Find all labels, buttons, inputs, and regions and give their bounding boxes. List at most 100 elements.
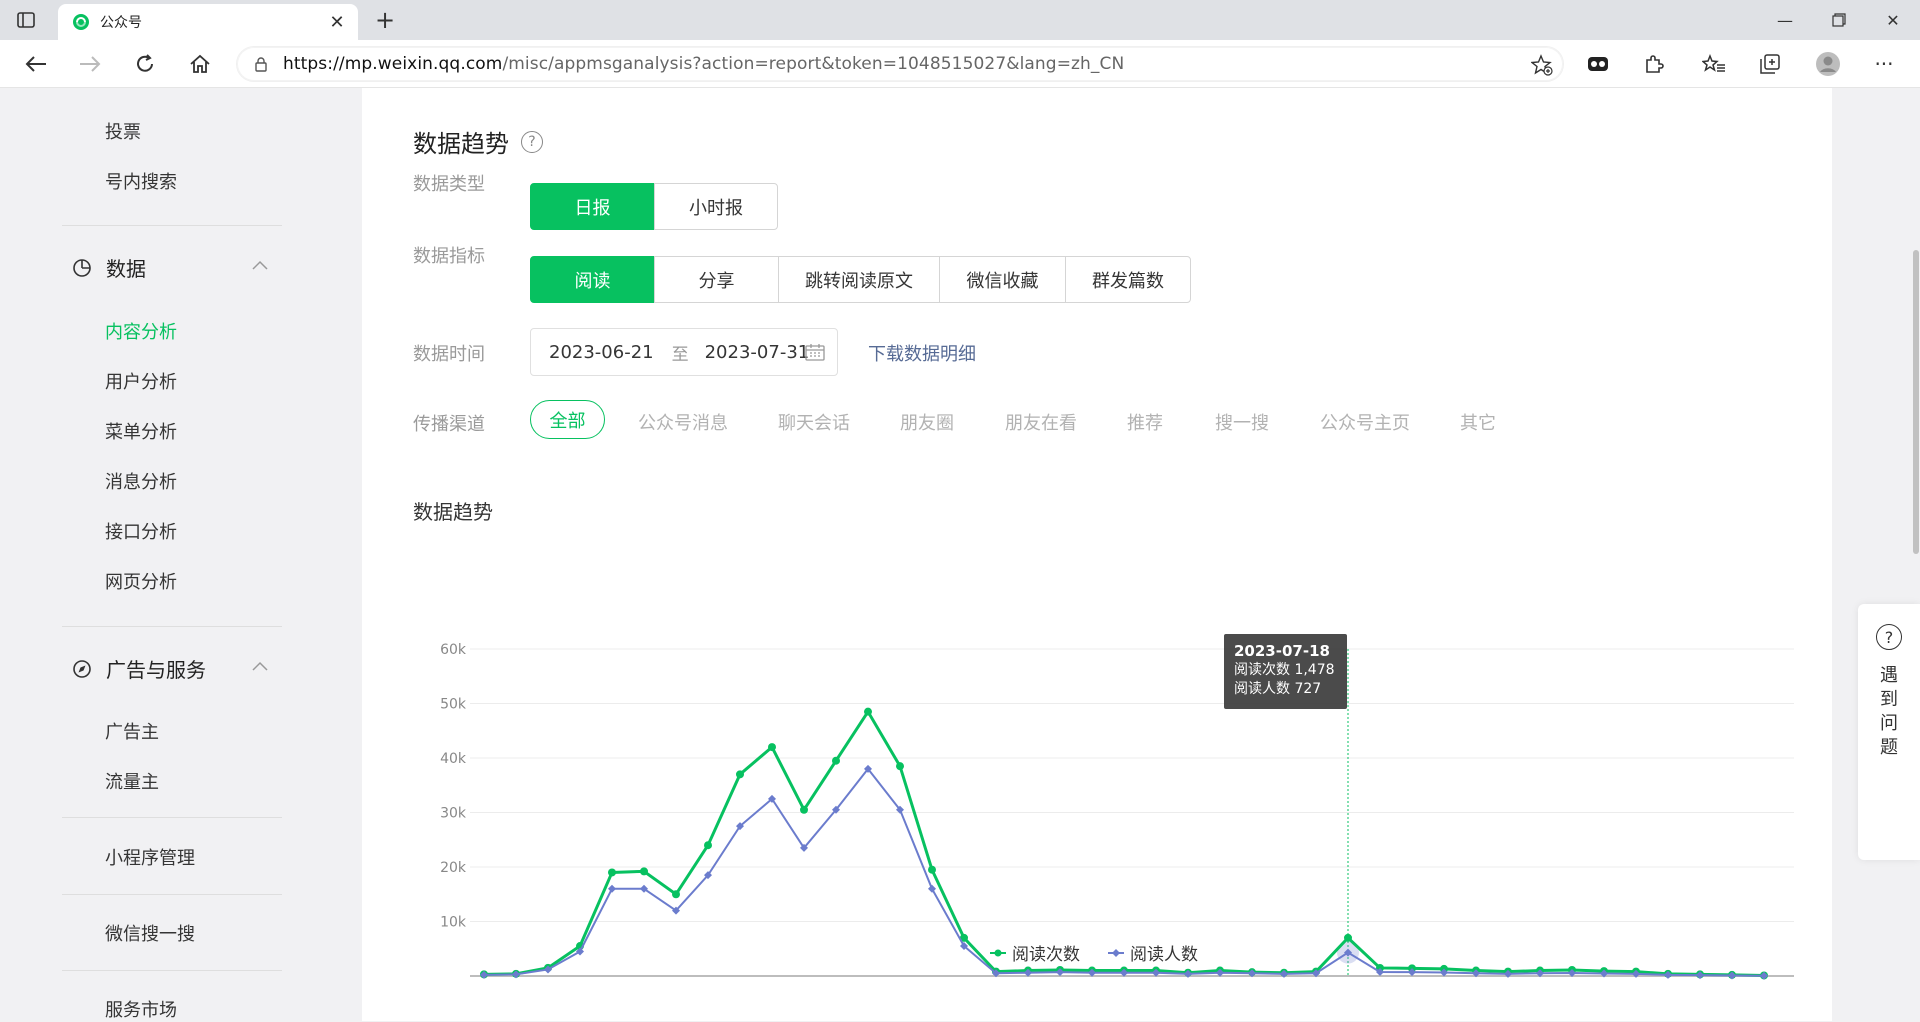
chevron-up-icon[interactable] (252, 661, 268, 671)
right-gutter (1832, 88, 1920, 1021)
sidebar-item-inner-search[interactable]: 号内搜索 (105, 168, 177, 194)
channel-recommend[interactable]: 推荐 (1127, 409, 1163, 435)
chart-legend: 阅读次数 阅读人数 (990, 940, 1226, 965)
tooltip-date: 2023-07-18 (1234, 642, 1330, 660)
date-separator: 至 (671, 344, 689, 365)
puzzle-icon[interactable] (1640, 50, 1668, 78)
point-reads (608, 868, 616, 877)
sidebar-group-ads[interactable]: 广告与服务 (72, 654, 206, 683)
point-reads (832, 756, 840, 765)
extension-icon[interactable] (1584, 50, 1612, 78)
series-line-reads (483, 708, 1765, 977)
sidebar-item-user-analysis[interactable]: 用户分析 (105, 368, 177, 394)
channel-account-message[interactable]: 公众号消息 (638, 409, 728, 435)
sidebar-group-data[interactable]: 数据 (72, 253, 146, 282)
new-tab-icon[interactable]: + (372, 6, 398, 34)
more-icon[interactable]: ··· (1870, 50, 1898, 78)
data-type-toggle: 日报 小时报 (530, 183, 778, 230)
calendar-icon (805, 344, 825, 361)
download-detail-link[interactable]: 下载数据明细 (868, 340, 976, 366)
close-window-icon[interactable]: ✕ (1866, 0, 1920, 40)
browser-tabbar: 公众号 ✕ + — ✕ (0, 0, 1920, 40)
date-end: 2023-07-31 (704, 341, 810, 363)
address-bar[interactable]: https://mp.weixin.qq.com/misc/appmsganal… (236, 46, 1564, 82)
sidebar-group-data-label: 数据 (106, 257, 146, 281)
point-reads (672, 890, 680, 899)
tooltip-reads: 阅读次数 1,478 (1234, 662, 1335, 678)
sidebar-item-content-analysis[interactable]: 内容分析 (105, 318, 177, 344)
channel-other[interactable]: 其它 (1460, 409, 1496, 435)
tab-title: 公众号 (100, 15, 142, 31)
metric-read[interactable]: 阅读 (530, 256, 655, 303)
minimize-icon[interactable]: — (1758, 0, 1812, 40)
point-reads (704, 841, 712, 850)
sidebar-item-api-analysis[interactable]: 接口分析 (105, 518, 177, 544)
channel-chat[interactable]: 聊天会话 (778, 409, 850, 435)
point-reads (640, 867, 648, 876)
favorites-icon[interactable] (1700, 50, 1728, 78)
home-icon[interactable] (186, 50, 214, 78)
lock-icon (255, 57, 267, 72)
channel-friends-watching[interactable]: 朋友在看 (1005, 409, 1077, 435)
tooltip-readers: 阅读人数 727 (1234, 681, 1322, 697)
channel-all[interactable]: 全部 (530, 400, 605, 439)
help-float-panel[interactable]: ? 遇到问题 (1858, 604, 1920, 860)
page-title: 数据趋势 ? (413, 124, 543, 159)
profile-avatar-icon[interactable] (1814, 50, 1842, 78)
restore-icon[interactable] (1812, 0, 1866, 40)
sidebar-item-service-market[interactable]: 服务市场 (105, 996, 177, 1022)
sidebar-item-publisher[interactable]: 流量主 (105, 768, 159, 794)
refresh-icon[interactable] (131, 50, 159, 78)
pie-chart-icon (73, 258, 91, 277)
help-float-text: 遇到问题 (1880, 665, 1898, 758)
sidebar-item-advertiser[interactable]: 广告主 (105, 718, 159, 744)
scrollbar-thumb[interactable] (1913, 250, 1919, 554)
trend-line-chart[interactable]: 10k20k30k40k50k60k2023-06-212023-06-2720… (362, 546, 1832, 986)
point-reads (928, 865, 936, 874)
point-reads (736, 770, 744, 779)
metric-share[interactable]: 分享 (654, 256, 779, 303)
toggle-hourly[interactable]: 小时报 (654, 183, 778, 230)
label-data-type: 数据类型 (413, 174, 485, 195)
y-tick-label: 10k (440, 915, 467, 931)
browser-tab[interactable]: 公众号 ✕ (58, 4, 358, 40)
chevron-up-icon[interactable] (252, 260, 268, 270)
y-tick-label: 40k (440, 751, 467, 767)
legend-item-reads[interactable]: 阅读次数 (990, 940, 1080, 965)
compass-icon (73, 659, 91, 678)
channel-homepage[interactable]: 公众号主页 (1320, 409, 1410, 435)
sidebar-group-ads-label: 广告与服务 (106, 658, 206, 682)
toggle-daily[interactable]: 日报 (530, 183, 655, 230)
scrollbar-track[interactable] (1912, 88, 1920, 1021)
y-tick-label: 60k (440, 642, 467, 658)
date-range-picker[interactable]: 2023-06-21 至 2023-07-31 (530, 328, 838, 376)
sidebar-item-miniprogram[interactable]: 小程序管理 (105, 844, 195, 870)
metric-favorite[interactable]: 微信收藏 (939, 256, 1066, 303)
tab-actions-icon[interactable] (16, 10, 36, 30)
sidebar-item-web-analysis[interactable]: 网页分析 (105, 568, 177, 594)
channel-search[interactable]: 搜一搜 (1215, 409, 1269, 435)
forward-icon[interactable] (76, 50, 104, 78)
back-icon[interactable] (22, 50, 50, 78)
sidebar-item-vote[interactable]: 投票 (105, 118, 141, 144)
page-title-text: 数据趋势 (413, 130, 509, 158)
sidebar-item-wx-search[interactable]: 微信搜一搜 (105, 920, 195, 946)
help-icon[interactable]: ? (521, 130, 543, 153)
collections-icon[interactable] (1756, 50, 1784, 78)
metric-posts[interactable]: 群发篇数 (1065, 256, 1191, 303)
question-icon: ? (1876, 624, 1902, 650)
add-favorite-icon[interactable] (1531, 54, 1553, 76)
sidebar-divider (62, 970, 282, 971)
legend-item-readers[interactable]: 阅读人数 (1108, 940, 1198, 965)
sidebar-divider (62, 817, 282, 818)
url-text: https://mp.weixin.qq.com/misc/appmsganal… (283, 54, 1125, 74)
channel-moments[interactable]: 朋友圈 (900, 409, 954, 435)
point-reads (896, 762, 904, 771)
tab-close-icon[interactable]: ✕ (328, 12, 346, 33)
sidebar-item-menu-analysis[interactable]: 菜单分析 (105, 418, 177, 444)
metric-read-original[interactable]: 跳转阅读原文 (778, 256, 940, 303)
legend-blue-marker-icon (1108, 948, 1124, 957)
metric-toggle: 阅读 分享 跳转阅读原文 微信收藏 群发篇数 (530, 256, 1191, 303)
sidebar-item-message-analysis[interactable]: 消息分析 (105, 468, 177, 494)
point-readers (608, 884, 616, 893)
